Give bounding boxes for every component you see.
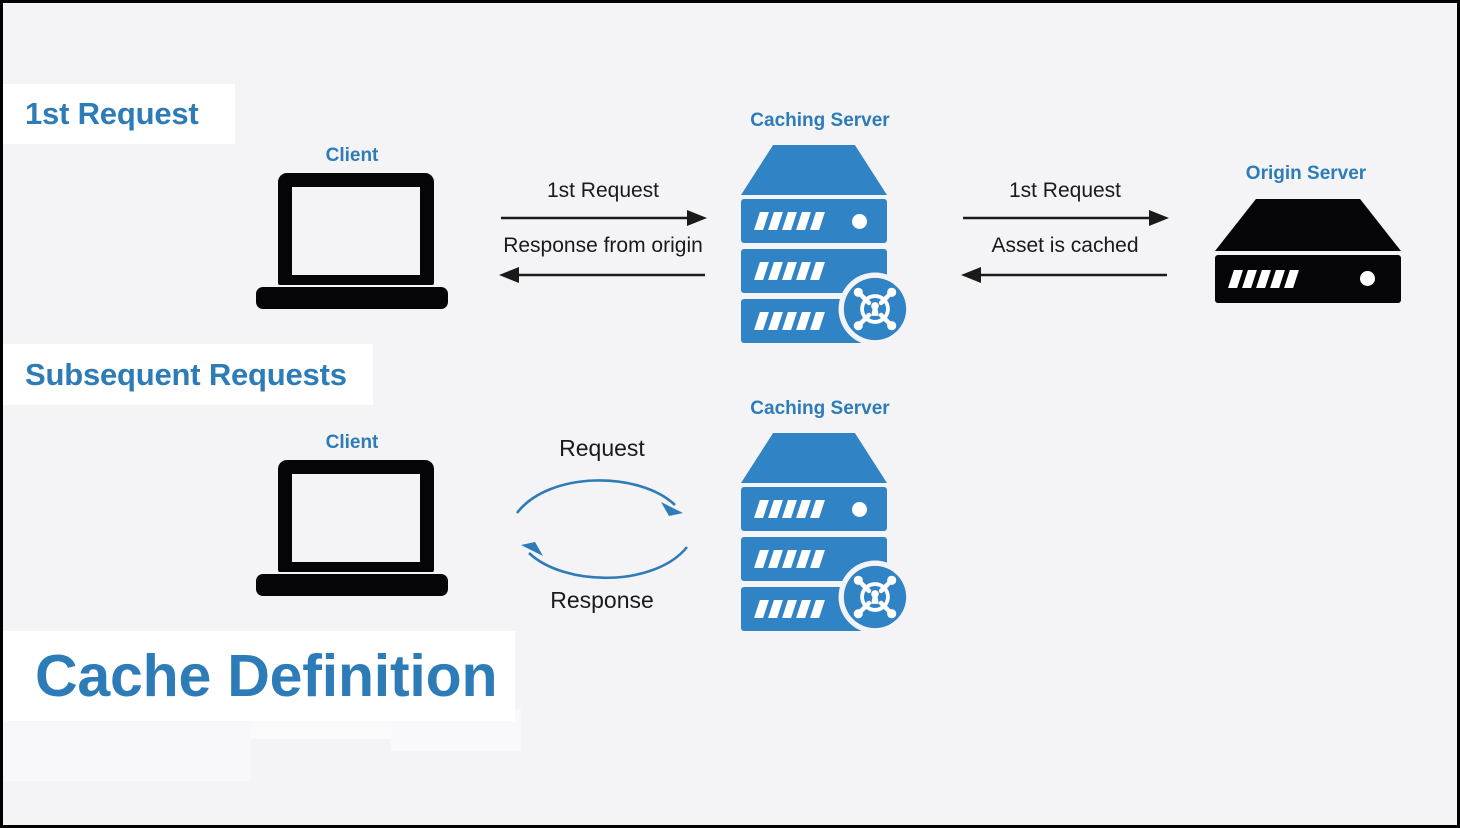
diagram-canvas: 1st Request Client Caching Server Origin… [0,0,1460,828]
arrow-left-icon [961,267,1167,283]
laptop-base [256,287,448,309]
server-vents [754,212,825,230]
server-vents [754,600,825,618]
arrow-right-icon [501,210,707,226]
caching-server-label-subsequent: Caching Server [750,398,890,419]
server-slab [741,487,887,531]
laptop-screen [278,173,434,285]
arrow-group-client-cache: 1st Request Response from origin [499,179,707,283]
arrow-left-icon [499,267,705,283]
server-slab [1215,255,1401,303]
server-vents [754,262,825,280]
section-heading-subsequent-requests: Subsequent Requests [3,344,373,405]
server-vents [1228,270,1299,288]
section-heading-first-request: 1st Request [3,84,235,144]
cache-security-badge-icon [838,560,912,634]
section-heading-subsequent-requests-label: Subsequent Requests [25,356,347,392]
server-led [852,214,867,229]
curved-arrow-icon [515,479,689,580]
server-vents [754,500,825,518]
server-lid [741,145,887,195]
arrow-label-first-request: 1st Request [546,179,660,202]
section-heading-first-request-label: 1st Request [25,96,199,131]
arrow-label-response-from-origin: Response from origin [503,234,703,257]
curved-arrow-group: Request Response [509,435,695,625]
curve-label-request: Request [559,435,645,461]
cache-security-badge-icon [838,272,912,346]
client-label-subsequent: Client [325,432,379,453]
server-vents [754,550,825,568]
laptop-screen-inner [292,187,420,275]
server-lid [741,433,887,483]
laptop-screen [278,460,434,572]
caching-server-label-first: Caching Server [750,110,890,131]
origin-server-label: Origin Server [1245,163,1367,184]
arrow-label-asset-is-cached: Asset is cached [991,234,1139,257]
page-title-label: Cache Definition [35,643,498,709]
laptop-base [256,574,448,596]
arrow-label-first-request-origin: 1st Request [1008,179,1122,202]
arrow-group-cache-origin: 1st Request Asset is cached [961,179,1169,283]
server-lid [1215,199,1401,251]
server-led [1360,271,1375,286]
page-title: Cache Definition [3,631,515,721]
laptop-screen-inner [292,474,420,562]
curve-label-response: Response [550,587,654,613]
server-vents [754,312,825,330]
server-led [852,502,867,517]
server-slab [741,199,887,243]
client-label-first: Client [325,145,379,166]
arrow-right-icon [963,210,1169,226]
